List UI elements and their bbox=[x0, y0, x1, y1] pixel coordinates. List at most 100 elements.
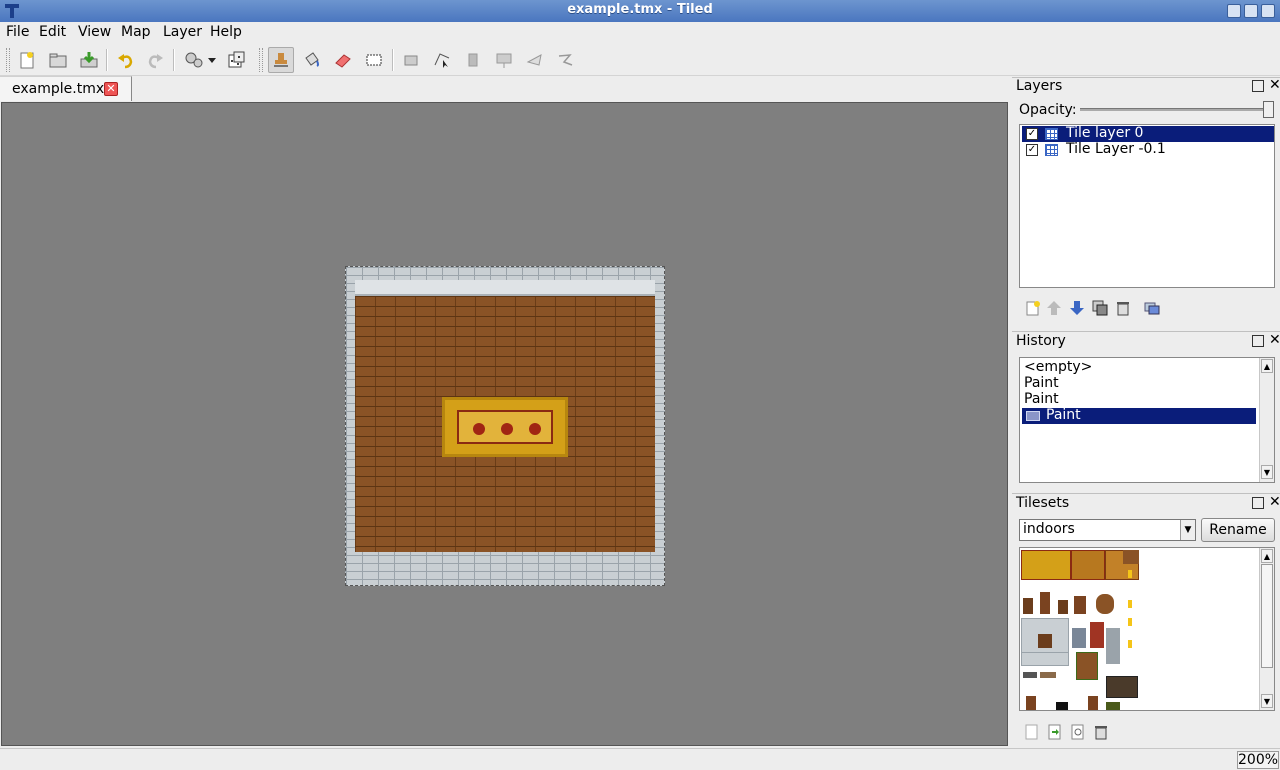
torch-tile[interactable] bbox=[1128, 640, 1132, 648]
raise-layer-icon[interactable] bbox=[1045, 299, 1063, 317]
tileset-tiles-view[interactable]: ▲ ▼ bbox=[1019, 547, 1275, 711]
new-map-button[interactable] bbox=[14, 47, 40, 73]
undo-button[interactable] bbox=[113, 47, 139, 73]
tile-map[interactable] bbox=[345, 266, 665, 586]
history-scrollbar[interactable]: ▲ ▼ bbox=[1259, 358, 1274, 482]
chair-tile[interactable] bbox=[1023, 598, 1033, 614]
layer-visibility-checkbox[interactable]: ✓ bbox=[1026, 128, 1038, 140]
layers-list[interactable]: ✓ Tile layer 0 ✓ Tile Layer -0.1 bbox=[1019, 124, 1275, 288]
stairs-tile[interactable] bbox=[1106, 628, 1120, 664]
menu-map[interactable]: Map bbox=[121, 24, 151, 40]
tilesets-dock-title: Tilesets ✕ bbox=[1014, 494, 1280, 514]
layer-row[interactable]: ✓ Tile Layer -0.1 bbox=[1022, 141, 1274, 158]
edit-polygons-button[interactable] bbox=[429, 47, 455, 73]
stone-wall-tile[interactable] bbox=[1021, 652, 1069, 666]
toolbar-grip[interactable] bbox=[6, 48, 10, 72]
select-objects-button[interactable] bbox=[398, 47, 424, 73]
barrel-tile[interactable] bbox=[1096, 594, 1114, 614]
torch-tile[interactable] bbox=[1128, 618, 1132, 626]
stamp-brush-button[interactable] bbox=[268, 47, 294, 73]
door-tile[interactable] bbox=[1076, 652, 1098, 680]
delete-layer-icon[interactable] bbox=[1114, 299, 1132, 317]
close-dock-icon[interactable]: ✕ bbox=[1269, 332, 1280, 348]
bookshelf-tile[interactable] bbox=[1038, 634, 1052, 648]
chair-tile[interactable] bbox=[1074, 596, 1086, 614]
duplicate-layer-icon[interactable] bbox=[1091, 299, 1109, 317]
item-tile[interactable] bbox=[1040, 672, 1056, 678]
insert-rectangle-button[interactable] bbox=[460, 47, 486, 73]
eraser-button[interactable] bbox=[330, 47, 356, 73]
history-entry-current[interactable]: Paint bbox=[1022, 407, 1256, 424]
torch-tile[interactable] bbox=[1128, 570, 1132, 578]
bucket-fill-button[interactable] bbox=[299, 47, 325, 73]
import-tileset-icon[interactable] bbox=[1046, 723, 1064, 741]
float-dock-icon[interactable] bbox=[1252, 80, 1264, 92]
layer-row[interactable]: ✓ Tile layer 0 bbox=[1022, 125, 1274, 142]
insert-polygon-button[interactable] bbox=[522, 47, 548, 73]
zoom-combo[interactable]: 200% bbox=[1237, 751, 1279, 769]
commands-dropdown[interactable] bbox=[205, 47, 219, 73]
delete-tileset-icon[interactable] bbox=[1092, 723, 1110, 741]
tileset-properties-icon[interactable] bbox=[1069, 723, 1087, 741]
tab-example-tmx[interactable]: example.tmx ✕ bbox=[0, 76, 132, 101]
rectangle-select-button[interactable] bbox=[361, 47, 387, 73]
history-list[interactable]: <empty> Paint Paint Paint ▲ ▼ bbox=[1019, 357, 1275, 483]
history-entry[interactable]: Paint bbox=[1022, 375, 1256, 392]
chair-tile[interactable] bbox=[1088, 696, 1098, 710]
redo-button[interactable] bbox=[142, 47, 168, 73]
chest-tile[interactable] bbox=[1106, 676, 1138, 698]
minimize-button[interactable] bbox=[1227, 4, 1241, 18]
layer-name: Tile Layer -0.1 bbox=[1066, 141, 1166, 157]
chair-tile[interactable] bbox=[1040, 592, 1050, 614]
close-dock-icon[interactable]: ✕ bbox=[1269, 77, 1280, 93]
tileset-scrollbar[interactable]: ▲ ▼ bbox=[1259, 548, 1274, 710]
menu-layer[interactable]: Layer bbox=[163, 24, 202, 40]
plant-tile[interactable] bbox=[1106, 702, 1120, 710]
float-dock-icon[interactable] bbox=[1252, 335, 1264, 347]
insert-polyline-button[interactable] bbox=[553, 47, 579, 73]
scroll-up-icon[interactable]: ▲ bbox=[1261, 359, 1273, 373]
chair-tile[interactable] bbox=[1026, 696, 1036, 710]
scroll-down-icon[interactable]: ▼ bbox=[1261, 694, 1273, 708]
scroll-thumb[interactable] bbox=[1261, 564, 1273, 668]
toolbar-grip[interactable] bbox=[259, 48, 263, 72]
menu-view[interactable]: View bbox=[78, 24, 111, 40]
scroll-down-icon[interactable]: ▼ bbox=[1261, 465, 1273, 479]
rug-tile[interactable] bbox=[1021, 550, 1071, 580]
menu-edit[interactable]: Edit bbox=[39, 24, 66, 40]
rename-tileset-button[interactable]: Rename bbox=[1201, 518, 1275, 542]
rug-tile[interactable] bbox=[1071, 550, 1105, 580]
scroll-up-icon[interactable]: ▲ bbox=[1261, 549, 1273, 563]
maximize-button[interactable] bbox=[1244, 4, 1258, 18]
commands-button[interactable] bbox=[181, 47, 207, 73]
float-dock-icon[interactable] bbox=[1252, 497, 1264, 509]
new-layer-icon[interactable] bbox=[1025, 299, 1043, 317]
menu-help[interactable]: Help bbox=[210, 24, 242, 40]
tab-close-icon[interactable]: ✕ bbox=[104, 82, 118, 96]
torch-tile[interactable] bbox=[1128, 600, 1132, 608]
opacity-slider-handle[interactable] bbox=[1263, 101, 1274, 118]
dropdown-arrow-icon bbox=[208, 58, 216, 63]
bed-tile[interactable] bbox=[1090, 622, 1104, 648]
layer-visibility-checkbox[interactable]: ✓ bbox=[1026, 144, 1038, 156]
lower-layer-icon[interactable] bbox=[1068, 299, 1086, 317]
random-mode-button[interactable] bbox=[223, 47, 249, 73]
opacity-slider-track[interactable] bbox=[1080, 108, 1274, 111]
tileset-select[interactable]: indoors ▼ bbox=[1019, 519, 1196, 541]
insert-tile-button[interactable] bbox=[491, 47, 517, 73]
item-tile[interactable] bbox=[1023, 672, 1037, 678]
floor-tile[interactable] bbox=[1123, 550, 1139, 564]
close-window-button[interactable] bbox=[1261, 4, 1275, 18]
armor-tile[interactable] bbox=[1072, 628, 1086, 648]
close-dock-icon[interactable]: ✕ bbox=[1269, 494, 1280, 510]
save-button[interactable] bbox=[76, 47, 102, 73]
history-entry[interactable]: <empty> bbox=[1022, 359, 1256, 376]
chair-tile[interactable] bbox=[1058, 600, 1068, 614]
map-canvas[interactable] bbox=[1, 102, 1008, 746]
hole-tile[interactable] bbox=[1056, 702, 1068, 710]
history-entry[interactable]: Paint bbox=[1022, 391, 1256, 408]
new-tileset-icon[interactable] bbox=[1023, 723, 1041, 741]
menu-file[interactable]: File bbox=[6, 24, 29, 40]
layer-properties-icon[interactable] bbox=[1143, 299, 1161, 317]
open-button[interactable] bbox=[45, 47, 71, 73]
